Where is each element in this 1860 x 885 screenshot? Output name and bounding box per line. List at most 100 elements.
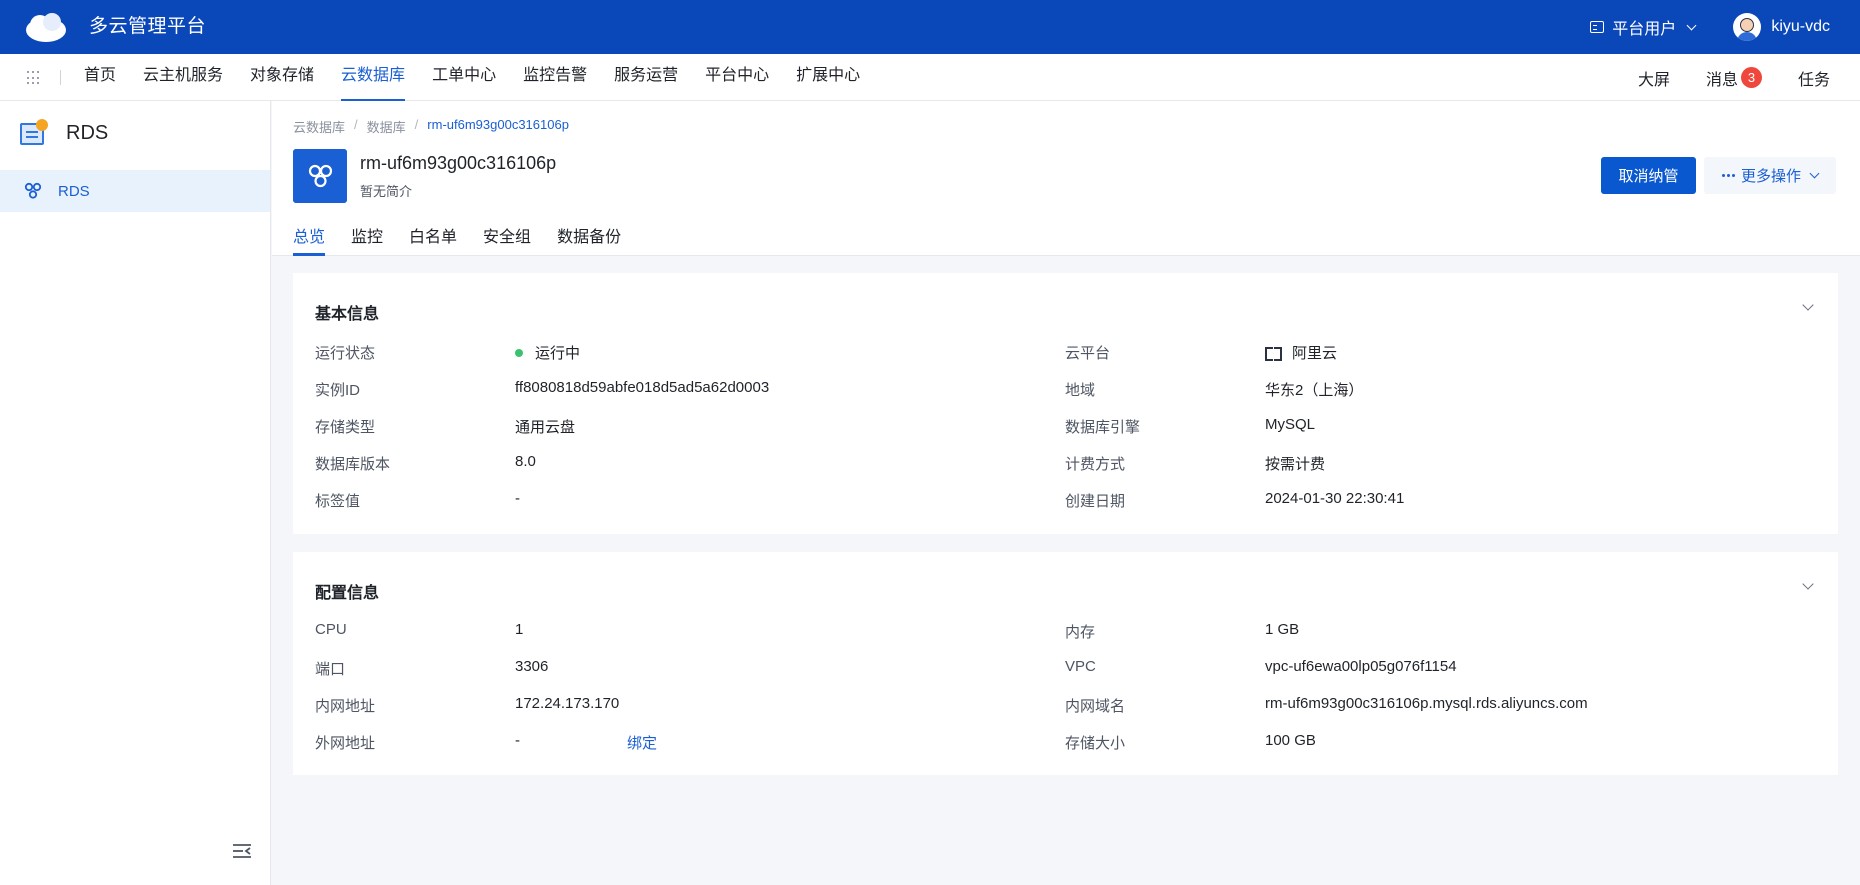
db-engine-value: MySQL [1265,416,1316,433]
nav-item-platform-center[interactable]: 平台中心 [705,54,769,101]
rds-icon [24,182,42,199]
cloud-logo-icon[interactable] [24,10,68,44]
field-label: 内网地址 [315,698,376,715]
tab-data-backup[interactable]: 数据备份 [557,225,621,256]
nav-bar: 首页 云主机服务 对象存储 云数据库 工单中心 监控告警 服务运营 平台中心 扩… [0,54,1860,101]
port-value: 3306 [515,658,549,675]
field-label: 数据库版本 [315,456,391,473]
field-label: 标签值 [315,493,361,510]
basic-info-card: 基本信息 运行状态 运行中 实例ID ff8080818d59abfe018d5… [293,273,1838,534]
database-instance-icon [293,149,347,203]
apps-grid-icon[interactable] [27,71,41,85]
field-label: 数据库引擎 [1065,419,1141,436]
public-ip-value: - [515,732,520,749]
sidebar-item-label: RDS [58,182,90,200]
tab-security-group[interactable]: 安全组 [483,225,531,256]
memory-value: 1 GB [1265,621,1300,638]
user-type-label: 平台用户 [1612,21,1677,38]
billing-method-value: 按需计费 [1265,456,1326,473]
app-title: 多云管理平台 [89,16,207,37]
resource-description: 暂无简介 [360,184,413,199]
breadcrumb-database[interactable]: 数据库 [367,117,406,136]
field-label: VPC [1065,658,1096,675]
nav-item-monitoring[interactable]: 监控告警 [523,54,587,101]
rds-service-icon [20,119,48,147]
card-title: 基本信息 [315,306,380,323]
breadcrumb: 云数据库 / 数据库 / rm-uf6m93g00c316106p [293,117,569,136]
tasks-link[interactable]: 任务 [1798,66,1830,90]
private-domain-value: rm-uf6m93g00c316106p.mysql.rds.aliyuncs.… [1265,695,1588,712]
resource-header: 云数据库 / 数据库 / rm-uf6m93g00c316106p rm-uf6… [272,101,1860,256]
db-version-value: 8.0 [515,453,536,470]
detail-tabs: 总览 监控 白名单 安全组 数据备份 [293,225,647,256]
field-label: 创建日期 [1065,493,1126,510]
user-type-dropdown[interactable]: 平台用户 [1590,15,1697,39]
field-label: 存储类型 [315,419,376,436]
bind-link[interactable]: 绑定 [627,732,657,753]
top-bar: 多云管理平台 平台用户 kiyu-vdc [0,0,1860,54]
chevron-down-icon [1686,20,1697,30]
status-value: 运行中 [515,342,580,363]
field-label: 云平台 [1065,345,1111,362]
region-value: 华东2（上海） [1265,382,1364,399]
nav-right: 大屏 消息 3 任务 [1602,54,1830,101]
field-label: CPU [315,621,347,638]
sidebar-title: RDS [66,121,109,144]
sidebar: RDS RDS [0,101,271,885]
field-label: 运行状态 [315,345,376,362]
card-title: 配置信息 [315,585,380,602]
collapse-sidebar-icon[interactable] [232,843,252,859]
field-label: 内存 [1065,624,1096,641]
field-label: 存储大小 [1065,735,1126,752]
more-dots-icon [1721,174,1735,177]
nav-item-cloud-database[interactable]: 云数据库 [341,54,406,101]
cpu-value: 1 [515,621,524,638]
nav-item-ticket-center[interactable]: 工单中心 [432,54,496,101]
main-nav: 首页 云主机服务 对象存储 云数据库 工单中心 监控告警 服务运营 平台中心 扩… [84,54,887,101]
chevron-down-icon [1809,168,1820,179]
tag-value: - [515,490,520,507]
field-label: 内网域名 [1065,698,1126,715]
more-actions-button[interactable]: 更多操作 [1704,157,1836,194]
nav-divider [60,70,61,85]
messages-label: 消息 [1705,71,1738,89]
messages-link[interactable]: 消息 3 [1706,66,1762,90]
nav-item-home[interactable]: 首页 [84,54,116,101]
field-label: 计费方式 [1065,456,1126,473]
breadcrumb-current: rm-uf6m93g00c316106p [427,117,569,132]
collapse-chevron-icon[interactable] [1802,299,1814,311]
sidebar-item-rds[interactable]: RDS [0,170,270,212]
field-label: 外网地址 [315,735,376,752]
unmanage-button[interactable]: 取消纳管 [1601,157,1696,194]
nav-item-extension-center[interactable]: 扩展中心 [796,54,860,101]
breadcrumb-cloud-database[interactable]: 云数据库 [293,117,345,136]
nav-item-cloud-host[interactable]: 云主机服务 [143,54,223,101]
instance-id-value: ff8080818d59abfe018d5ad5a62d0003 [515,379,770,396]
message-count-badge: 3 [1740,67,1762,88]
field-label: 实例ID [315,382,361,399]
created-date-value: 2024-01-30 22:30:41 [1265,490,1405,507]
tab-overview[interactable]: 总览 [293,225,326,256]
tab-monitoring[interactable]: 监控 [351,225,383,256]
collapse-chevron-icon[interactable] [1802,578,1814,590]
private-ip-value: 172.24.173.170 [515,695,620,712]
aliyun-icon [1265,346,1282,361]
cloud-platform-value: 阿里云 [1265,342,1337,363]
vpc-value: vpc-uf6ewa00lp05g076f1154 [1265,658,1457,675]
username[interactable]: kiyu-vdc [1771,18,1830,36]
avatar[interactable] [1733,13,1762,41]
status-dot-icon [515,348,523,357]
id-card-icon [1590,21,1605,33]
more-actions-label: 更多操作 [1740,168,1801,185]
resource-name: rm-uf6m93g00c316106p [360,153,557,173]
config-info-card: 配置信息 CPU 1 端口 3306 内网地址 172.24.173.170 外… [293,552,1838,775]
field-label: 地域 [1065,382,1096,399]
top-right-area: 平台用户 kiyu-vdc [1590,0,1830,54]
storage-type-value: 通用云盘 [515,419,576,436]
nav-item-object-storage[interactable]: 对象存储 [250,54,314,101]
big-screen-link[interactable]: 大屏 [1638,66,1670,90]
tab-whitelist[interactable]: 白名单 [409,225,457,256]
sidebar-header: RDS [20,119,108,147]
nav-item-service-ops[interactable]: 服务运营 [614,54,678,101]
storage-size-value: 100 GB [1265,732,1316,749]
